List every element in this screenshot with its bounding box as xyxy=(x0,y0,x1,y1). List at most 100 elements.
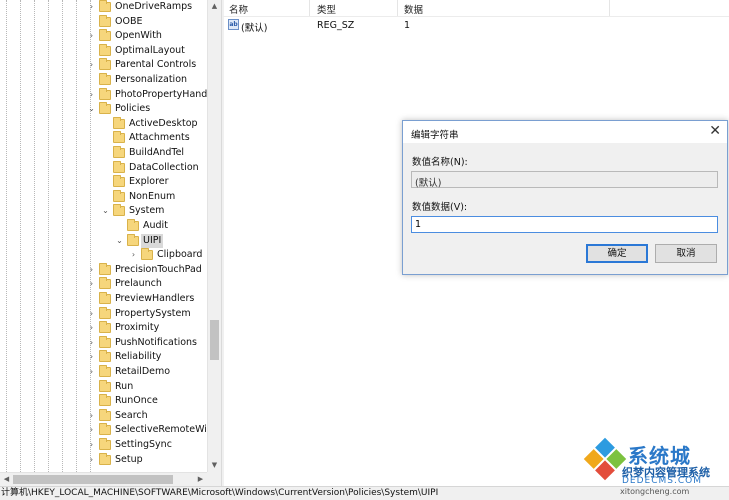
tree-vertical-scroll-thumb[interactable] xyxy=(210,320,219,360)
tree-item[interactable]: › SettingSync xyxy=(0,438,207,453)
tree-item[interactable]: › Reliability xyxy=(0,350,207,365)
chevron-right-icon[interactable]: › xyxy=(87,88,96,103)
column-header-name[interactable]: 名称 xyxy=(229,2,248,16)
tree-item[interactable]: › Clipboard xyxy=(0,248,207,263)
tree-item[interactable]: PreviewHandlers xyxy=(0,292,207,307)
scroll-left-arrow-icon[interactable]: ◀ xyxy=(0,473,13,486)
column-separator[interactable] xyxy=(609,0,610,16)
column-header-type[interactable]: 类型 xyxy=(317,2,336,16)
value-name-field: (默认) xyxy=(411,171,718,189)
edit-string-dialog[interactable]: 编辑字符串 ✕ 数值名称(N): (默认) 数值数据(V): 确定 取消 xyxy=(402,120,728,275)
tree-horizontal-scroll-thumb[interactable] xyxy=(13,475,173,484)
tree-item[interactable]: › OpenWith xyxy=(0,29,207,44)
tree-item[interactable]: › Proximity xyxy=(0,321,207,336)
close-icon[interactable]: ✕ xyxy=(709,123,721,139)
chevron-right-icon[interactable]: › xyxy=(87,438,96,453)
chevron-right-icon[interactable]: › xyxy=(87,277,96,292)
tree-item[interactable]: ⌄ Policies xyxy=(0,102,207,117)
tree-item[interactable]: ⌄ UIPI xyxy=(0,233,207,249)
tree-item[interactable]: › PropertySystem xyxy=(0,306,207,322)
tree-item[interactable]: Explorer xyxy=(0,175,207,190)
tree-item[interactable]: › Search xyxy=(0,408,207,424)
tree-item-label: Reliability xyxy=(115,351,162,363)
tree-item[interactable]: Personalization xyxy=(0,73,207,88)
chevron-down-icon[interactable]: ⌄ xyxy=(115,234,124,249)
folder-icon xyxy=(99,292,111,304)
value-data-input[interactable] xyxy=(411,216,718,233)
folder-icon xyxy=(113,131,125,144)
chevron-right-icon[interactable]: › xyxy=(87,29,96,44)
chevron-right-icon[interactable]: › xyxy=(87,350,96,365)
tree-horizontal-scrollbar[interactable]: ◀ ▶ xyxy=(0,472,207,486)
chevron-right-icon[interactable]: › xyxy=(87,0,96,15)
ok-button[interactable]: 确定 xyxy=(586,244,648,263)
scroll-down-arrow-icon[interactable]: ▼ xyxy=(208,459,221,472)
chevron-right-icon[interactable]: › xyxy=(87,453,96,468)
tree-item[interactable]: › PhotoPropertyHandle xyxy=(0,87,207,103)
chevron-right-icon[interactable]: › xyxy=(87,409,96,424)
chevron-right-icon[interactable]: › xyxy=(87,336,96,351)
chevron-down-icon[interactable]: ⌄ xyxy=(87,102,96,117)
column-separator[interactable] xyxy=(309,0,310,16)
folder-icon xyxy=(99,277,111,290)
column-separator[interactable] xyxy=(397,0,398,16)
tree-item[interactable]: › PushNotifications xyxy=(0,335,207,351)
column-header-data[interactable]: 数据 xyxy=(404,2,423,16)
chevron-right-icon[interactable]: › xyxy=(87,321,96,336)
tree-item[interactable]: OptimalLayout xyxy=(0,43,207,59)
tree-item[interactable]: RunOnce xyxy=(0,394,207,409)
folder-icon xyxy=(113,175,125,188)
tree-vertical-scrollbar[interactable]: ▲ ▼ xyxy=(207,0,221,472)
tree-item[interactable]: ⌄ System xyxy=(0,204,207,219)
folder-icon xyxy=(99,452,111,465)
chevron-down-icon[interactable]: ⌄ xyxy=(101,204,110,219)
tree-item-label: BuildAndTel xyxy=(129,147,185,158)
dialog-title-bar[interactable]: 编辑字符串 ✕ xyxy=(403,121,727,143)
tree-item[interactable]: Attachments xyxy=(0,131,207,146)
tree-item-label: Proximity xyxy=(115,322,160,334)
cancel-button[interactable]: 取消 xyxy=(655,244,717,263)
tree-item-label: Prelaunch xyxy=(115,278,162,290)
chevron-right-icon[interactable]: › xyxy=(87,365,96,380)
tree-item[interactable]: NonEnum xyxy=(0,189,207,205)
folder-icon xyxy=(113,189,125,202)
tree-item[interactable]: BuildAndTel xyxy=(0,146,207,161)
dialog-title: 编辑字符串 xyxy=(411,130,459,141)
tree-item[interactable]: › SelectiveRemoteWipe xyxy=(0,423,207,438)
chevron-right-icon[interactable]: › xyxy=(87,423,96,438)
tree-item-label: DataCollection xyxy=(129,161,199,173)
tree-item[interactable]: Audit xyxy=(0,219,207,234)
tree-item[interactable]: OOBE xyxy=(0,14,207,30)
tree-item-label: Setup xyxy=(115,453,143,465)
folder-icon xyxy=(141,248,153,261)
tree-item-label: PropertySystem xyxy=(115,307,191,319)
tree-item[interactable]: › Prelaunch xyxy=(0,277,207,292)
chevron-right-icon[interactable]: › xyxy=(87,58,96,73)
tree-item[interactable]: DataCollection xyxy=(0,160,207,176)
tree-item[interactable]: › Parental Controls xyxy=(0,58,207,73)
tree-item[interactable]: › PrecisionTouchPad xyxy=(0,262,207,278)
tree-item[interactable]: › RetailDemo xyxy=(0,365,207,380)
tree-item[interactable]: ActiveDesktop xyxy=(0,116,207,132)
tree-item[interactable]: Run xyxy=(0,379,207,395)
chevron-right-icon[interactable]: › xyxy=(87,307,96,322)
tree-item[interactable]: › Setup xyxy=(0,452,207,468)
scroll-right-arrow-icon[interactable]: ▶ xyxy=(194,473,207,486)
folder-icon xyxy=(113,204,125,217)
chevron-right-icon[interactable]: › xyxy=(129,248,138,263)
folder-icon xyxy=(99,14,111,27)
tree-item-label: Search xyxy=(115,409,148,421)
site-watermark: 系统城 织梦内容管理系统 DEDECMS.COM xitongcheng.com xyxy=(583,437,729,499)
folder-icon xyxy=(99,365,111,377)
folder-icon xyxy=(113,160,125,173)
folder-icon xyxy=(99,73,111,85)
folder-icon xyxy=(99,438,111,450)
folder-icon xyxy=(99,0,111,12)
chevron-right-icon[interactable]: › xyxy=(87,263,96,278)
scroll-up-arrow-icon[interactable]: ▲ xyxy=(208,0,221,13)
watermark-logo-icon xyxy=(583,437,627,481)
tree-item-label: OptimalLayout xyxy=(115,44,185,56)
tree-item-label: UIPI xyxy=(141,233,164,249)
tree-item[interactable]: › OneDriveRamps xyxy=(0,0,207,15)
registry-key-tree[interactable]: › OneDriveRamps OOBE › OpenWith OptimalLayout… xyxy=(0,0,207,472)
